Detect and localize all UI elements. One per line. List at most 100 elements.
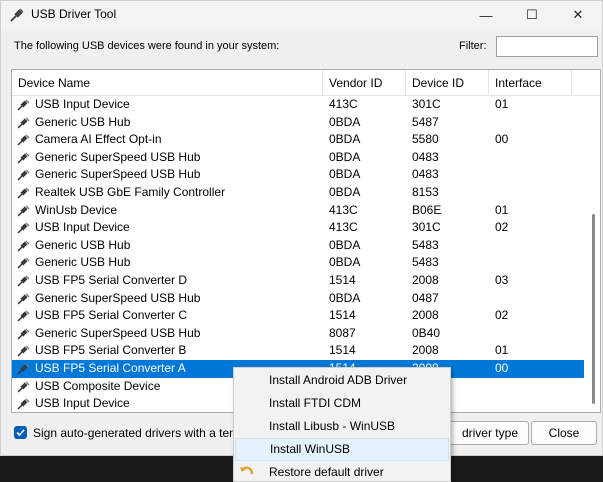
- usb-device-icon: [17, 205, 30, 217]
- vendor-id-cell: 0BDA: [329, 237, 361, 252]
- interface-cell: 02: [495, 220, 509, 235]
- device-id-cell: 0483: [412, 149, 439, 164]
- table-row[interactable]: USB FP5 Serial Converter D 1514 2008 03: [12, 272, 584, 290]
- filter-input[interactable]: [496, 36, 598, 57]
- table-row[interactable]: USB Input Device 413C 301C 02: [12, 219, 584, 237]
- scrollbar-thumb[interactable]: [592, 214, 595, 404]
- usb-device-icon: [17, 169, 30, 181]
- device-id-cell: 5580: [412, 132, 439, 147]
- interface-cell: 00: [495, 132, 509, 147]
- menu-item-install-android-adb-driver[interactable]: Install Android ADB Driver: [235, 369, 449, 392]
- device-id-cell: 5483: [412, 255, 439, 270]
- close-window-button[interactable]: ✕: [555, 1, 601, 29]
- device-name-cell: Generic USB Hub: [35, 114, 131, 129]
- usb-device-icon: [17, 99, 30, 111]
- vendor-id-cell: 0BDA: [329, 167, 361, 182]
- table-row[interactable]: USB FP5 Serial Converter B 1514 2008 01: [12, 342, 584, 360]
- table-row[interactable]: Generic SuperSpeed USB Hub 0BDA 0483: [12, 149, 584, 167]
- device-name-cell: USB Input Device: [35, 396, 130, 411]
- column-header-device-id[interactable]: Device ID: [406, 70, 489, 96]
- table-row[interactable]: Camera AI Effect Opt-in 0BDA 5580 00: [12, 131, 584, 149]
- undo-arrow-icon: [240, 466, 254, 475]
- device-id-cell: 301C: [412, 97, 441, 111]
- minimize-button[interactable]: —: [463, 1, 509, 29]
- table-row[interactable]: Realtek USB GbE Family Controller 0BDA 815…: [12, 184, 584, 202]
- filter-label: Filter:: [459, 40, 487, 52]
- vendor-id-cell: 413C: [329, 202, 358, 217]
- table-row[interactable]: Generic SuperSpeed USB Hub 0BDA 0487: [12, 290, 584, 308]
- device-id-cell: 0487: [412, 290, 439, 305]
- device-name-cell: Generic SuperSpeed USB Hub: [35, 290, 201, 305]
- table-row[interactable]: Generic USB Hub 0BDA 5483: [12, 237, 584, 255]
- device-name-cell: USB Input Device: [35, 220, 130, 235]
- usb-device-icon: [17, 117, 30, 129]
- vendor-id-cell: 0BDA: [329, 255, 361, 270]
- device-name-cell: Generic SuperSpeed USB Hub: [35, 325, 201, 340]
- vendor-id-cell: 1514: [329, 272, 356, 287]
- usb-device-icon: [17, 293, 30, 305]
- column-header-device-name[interactable]: Device Name: [12, 70, 323, 96]
- device-list[interactable]: Device Name Vendor ID Device ID Interfac…: [11, 69, 601, 413]
- device-name-cell: USB Composite Device: [35, 378, 161, 393]
- usb-device-icon: [17, 257, 30, 269]
- column-header-vendor-id[interactable]: Vendor ID: [323, 70, 406, 96]
- vendor-id-cell: 413C: [329, 220, 358, 235]
- device-id-cell: 8153: [412, 184, 439, 199]
- close-button[interactable]: Close: [531, 421, 597, 445]
- device-name-cell: USB FP5 Serial Converter B: [35, 343, 187, 358]
- menu-item-label: Restore default driver: [269, 465, 384, 479]
- devices-found-label: The following USB devices were found in …: [14, 40, 280, 52]
- device-id-cell: 0483: [412, 167, 439, 182]
- usb-device-icon: [17, 345, 30, 357]
- usb-device-icon: [17, 134, 30, 146]
- device-id-cell: 2008: [412, 343, 439, 358]
- device-id-cell: 5483: [412, 237, 439, 252]
- menu-item-install-ftdi-cdm[interactable]: Install FTDI CDM: [235, 392, 449, 415]
- table-row[interactable]: Generic SuperSpeed USB Hub 0BDA 0483: [12, 166, 584, 184]
- menu-item-install-libusb-winusb[interactable]: Install Libusb - WinUSB: [235, 415, 449, 438]
- device-name-cell: USB FP5 Serial Converter A: [35, 360, 186, 375]
- interface-cell: 01: [495, 97, 509, 111]
- table-row[interactable]: WinUsb Device 413C B06E 01: [12, 202, 584, 220]
- usb-device-icon: [17, 240, 30, 252]
- device-id-cell: 2008: [412, 272, 439, 287]
- checkmark-icon: [16, 429, 25, 437]
- vendor-id-cell: 8087: [329, 325, 356, 340]
- column-header-interface[interactable]: Interface: [489, 70, 572, 96]
- maximize-button[interactable]: ☐: [509, 1, 555, 29]
- usb-device-icon: [17, 398, 30, 410]
- device-name-cell: WinUsb Device: [35, 202, 118, 217]
- menu-item-label: Install Android ADB Driver: [269, 373, 408, 387]
- vendor-id-cell: 0BDA: [329, 184, 361, 199]
- menu-item-install-winusb[interactable]: Install WinUSB: [235, 438, 449, 461]
- vendor-id-cell: 0BDA: [329, 114, 361, 129]
- context-menu: Install Android ADB Driver Install FTDI C…: [233, 367, 451, 482]
- menu-item-restore-default-driver[interactable]: Restore default driver: [235, 461, 449, 482]
- device-id-cell: 301C: [412, 220, 441, 235]
- table-row[interactable]: Generic USB Hub 0BDA 5483: [12, 254, 584, 272]
- device-name-cell: Generic SuperSpeed USB Hub: [35, 167, 201, 182]
- device-name-cell: Realtek USB GbE Family Controller: [35, 184, 226, 199]
- sign-drivers-label: Sign auto-generated drivers with a tempo: [33, 426, 253, 440]
- vertical-scrollbar[interactable]: [587, 96, 600, 412]
- menu-item-label: Install Libusb - WinUSB: [269, 419, 396, 433]
- usb-device-icon: [17, 275, 30, 287]
- menu-item-label: Install WinUSB: [270, 442, 351, 456]
- device-rows: USB Input Device 413C 301C 01 Generic USB Hu…: [12, 96, 584, 412]
- vendor-id-cell: 0BDA: [329, 290, 361, 305]
- sign-drivers-checkbox[interactable]: [14, 426, 27, 439]
- table-row[interactable]: Generic USB Hub 0BDA 5487: [12, 114, 584, 132]
- vendor-id-cell: 1514: [329, 343, 356, 358]
- vendor-id-cell: 0BDA: [329, 132, 361, 147]
- title-bar[interactable]: USB Driver Tool — ☐ ✕: [1, 1, 602, 29]
- interface-cell: 00: [495, 360, 509, 375]
- driver-type-button[interactable]: driver type: [441, 421, 529, 445]
- table-row[interactable]: Generic SuperSpeed USB Hub 8087 0B40: [12, 325, 584, 343]
- device-name-cell: USB Input Device: [35, 97, 130, 111]
- usb-device-icon: [17, 363, 30, 375]
- table-row[interactable]: USB Input Device 413C 301C 01: [12, 96, 584, 114]
- table-row[interactable]: USB FP5 Serial Converter C 1514 2008 02: [12, 307, 584, 325]
- device-name-cell: Camera AI Effect Opt-in: [35, 132, 162, 147]
- usb-device-icon: [17, 381, 30, 393]
- usb-device-icon: [17, 152, 30, 164]
